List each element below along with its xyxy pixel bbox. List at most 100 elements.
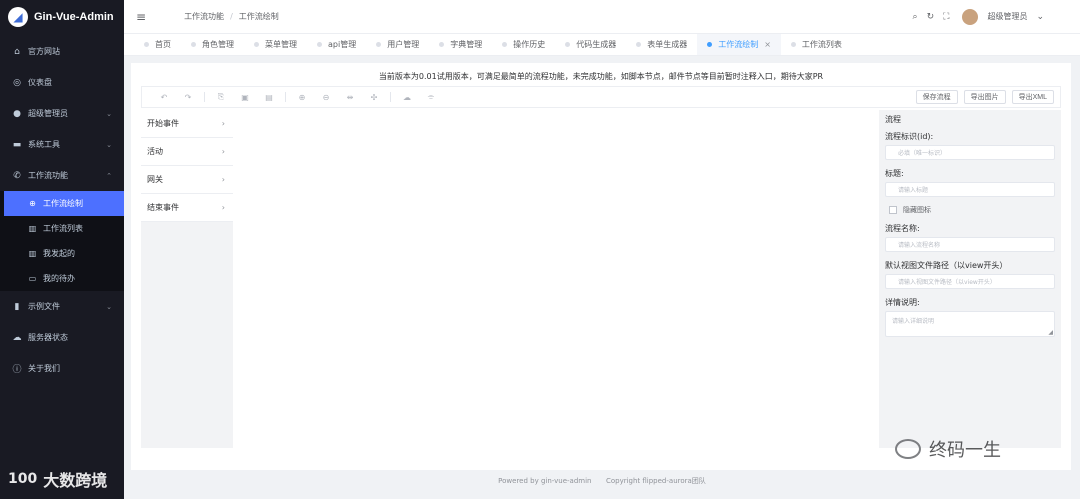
tab-dot-icon [254,42,259,47]
toolbar-divider [204,92,205,102]
description-textarea[interactable]: 请输入详细说明 ◢ [885,311,1055,337]
sidebar-item-system-tools[interactable]: ▬ 系统工具 ⌄ [0,129,124,160]
tab-workflow-list[interactable]: 工作流列表 [781,34,852,55]
tab-code-generator[interactable]: 代码生成器 [555,34,626,55]
plus-circle-icon: ⊕ [29,199,36,208]
title-input[interactable]: 请输入标题 [885,182,1055,197]
close-icon[interactable]: × [764,40,771,49]
resize-grip-icon[interactable]: ◢ [1048,329,1053,336]
paste-icon[interactable]: ▣ [233,93,257,102]
palette-item-label: 网关 [147,175,163,184]
hide-icon-option[interactable]: 隐藏图标 [885,205,1055,215]
sidebar-item-dashboard[interactable]: ◎ 仪表盘 [0,67,124,98]
sidebar-item-label: 工作流功能 [28,171,68,180]
user-name[interactable]: 超级管理员 [987,11,1027,22]
tab-dictionary[interactable]: 字典管理 [429,34,492,55]
sidebar-item-label: 工作流列表 [43,224,83,233]
undo-icon[interactable]: ↶ [152,93,176,102]
tab-dot-icon [790,42,796,47]
sidebar-item-my-todo[interactable]: ▭ 我的待办 [0,266,124,291]
actual-size-icon[interactable]: ✣ [362,93,386,102]
tab-dot-icon [707,42,713,47]
sidebar-item-super-admin[interactable]: ● 超级管理员 ⌄ [0,98,124,129]
sidebar-item-workflow-list[interactable]: ▥ 工作流列表 [0,216,124,241]
tab-bar: 首页 角色管理 菜单管理 api管理 用户管理 字典管理 操作历史 代码生成器 … [124,33,1080,56]
sidebar-item-workflow-draw[interactable]: ⊕ 工作流绘制 [4,191,124,216]
version-notice: 当前版本为0.01试用版本，可满足最简单的流程功能，未完成功能，如脚本节点，邮件… [378,72,824,81]
footer-copyright: Copyright flipped-aurora团队 [605,477,706,485]
fullscreen-icon[interactable]: ⛶ [943,12,949,22]
sidebar-item-label: 超级管理员 [28,109,68,118]
copy-icon[interactable]: ⎘ [209,92,233,102]
hide-icon-checkbox[interactable] [889,206,897,214]
breadcrumb-item: 工作流绘制 [238,12,279,21]
palette-item-activity[interactable]: 活动 › [141,138,233,166]
palette-item-label: 结束事件 [147,203,179,212]
monitor-icon: ▭ [28,274,37,283]
palette-item-start-event[interactable]: 开始事件 › [141,110,233,138]
sidebar-item-server-status[interactable]: ☁ 服务器状态 [0,322,124,353]
chevron-down-icon[interactable]: ⌄ [1036,12,1044,22]
title-label: 标题: [885,169,904,178]
view-path-input[interactable]: 请输入视图文件路径（以view开头） [885,274,1055,289]
description-label: 详情说明: [885,298,920,307]
toolbox-icon: ▬ [12,139,22,150]
tab-api[interactable]: api管理 [307,34,366,55]
sidebar-item-my-initiated[interactable]: ▥ 我发起的 [0,241,124,266]
wechat-icon [895,439,921,459]
process-id-input[interactable]: 必填（唯一标识） [885,145,1055,160]
refresh-icon[interactable]: ↻ [927,12,935,22]
fit-icon[interactable]: ⇹ [338,93,362,102]
hamburger-icon[interactable]: ≡ [136,10,146,24]
tab-users[interactable]: 用户管理 [366,34,429,55]
header-actions: ⌕ ↻ ⛶ 超级管理员 ⌄ [913,8,1044,25]
tab-dot-icon [439,42,445,47]
process-name-input[interactable]: 请输入流程名称 [885,237,1055,252]
auto-layout-icon[interactable]: ☁ [395,93,419,102]
palette-item-gateway[interactable]: 网关 › [141,166,233,194]
tab-dot-icon [144,42,149,47]
export-image-button[interactable]: 导出图片 [963,90,1006,104]
app-logo[interactable]: ◢ Gin-Vue-Admin [0,0,124,34]
chevron-down-icon: ⌄ [106,302,112,311]
tab-workflow-draw[interactable]: 工作流绘制 × [697,34,781,55]
footer: Powered by gin-vue-admin Copyright flipp… [124,476,1080,486]
chevron-up-icon: ⌃ [106,171,112,180]
tab-history[interactable]: 操作历史 [492,34,555,55]
delete-icon[interactable]: ▤ [257,93,281,102]
zoom-out-icon[interactable]: ⊖ [314,93,338,102]
breadcrumb-item[interactable]: 工作流功能 [184,11,224,22]
zoom-in-icon[interactable]: ⊕ [290,93,314,102]
sidebar-item-workflow[interactable]: ✆ 工作流功能 ⌃ [0,160,124,191]
search-icon[interactable]: ⌕ [913,12,918,22]
tab-home[interactable]: 首页 [134,34,181,55]
sidebar-menu: ⌂ 官方网站 ◎ 仪表盘 ● 超级管理员 ⌄ ▬ 系统工具 ⌄ ✆ 工作流功能 ⌃ [0,36,124,191]
chevron-right-icon: › [221,119,225,128]
save-flow-button[interactable]: 保存流程 [915,90,958,104]
sidebar-item-official-site[interactable]: ⌂ 官方网站 [0,36,124,67]
watermark-text: 大数跨境 [43,471,108,490]
redo-icon[interactable]: ↷ [176,93,200,102]
sidebar-item-about[interactable]: ⓘ 关于我们 [0,353,124,384]
top-header: ≡ 工作流功能 / 工作流绘制 ⌕ ↻ ⛶ 超级管理员 ⌄ [124,0,1080,33]
chart-icon: ▮ [14,301,20,312]
palette-item-end-event[interactable]: 结束事件 › [141,194,233,222]
tab-dot-icon [317,42,322,47]
sidebar: ◢ Gin-Vue-Admin ⌂ 官方网站 ◎ 仪表盘 ● 超级管理员 ⌄ ▬ 系统工具… [0,0,124,499]
avatar[interactable] [962,8,979,25]
align-icon[interactable]: ⌯ [419,92,443,102]
tab-label: 角色管理 [202,40,234,49]
export-xml-button[interactable]: 导出XML [1011,90,1054,104]
toolbar-divider [285,92,286,102]
tab-label: 工作流绘制 [718,40,759,49]
workflow-canvas[interactable] [233,110,879,448]
tab-form-generator[interactable]: 表单生成器 [626,34,697,55]
watermark-left: 100 大数跨境 [8,467,107,491]
tab-roles[interactable]: 角色管理 [181,34,244,55]
sidebar-item-examples[interactable]: ▮ 示例文件 ⌄ [0,291,124,322]
tab-menus[interactable]: 菜单管理 [244,34,307,55]
watermark-right: 终码一生 [895,436,1001,462]
footer-powered: Powered by gin-vue-admin [498,477,592,485]
bank-icon: ▥ [28,224,37,233]
tab-dot-icon [191,42,196,47]
